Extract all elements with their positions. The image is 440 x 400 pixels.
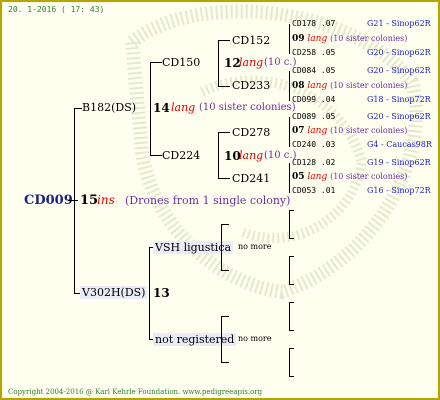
pedigree-frame: 20. 1-2016 ( 17: 43) CD009 15 ins (Drone… [0, 0, 440, 400]
leaf-id[interactable]: CD178 [292, 19, 316, 28]
cd152-label[interactable]: CD152 [232, 35, 270, 46]
empty-bracket [289, 330, 294, 331]
connector [218, 40, 219, 86]
v302-label[interactable]: V302H(DS) [80, 286, 148, 299]
connector [150, 62, 162, 63]
cd241-label[interactable]: CD241 [232, 173, 270, 184]
leaf-lang: lang [307, 34, 328, 44]
connector [74, 108, 82, 109]
leaf-gen: .01 [320, 186, 336, 195]
notreg-label[interactable]: not registered [153, 333, 237, 346]
leaf-gen: .05 [320, 48, 336, 57]
empty-bracket [289, 348, 290, 376]
leaf-lang: lang [307, 81, 328, 91]
leaf-gen: .07 [320, 19, 336, 28]
leaf-id[interactable]: CD084 [292, 66, 316, 75]
empty-bracket [289, 302, 294, 303]
leaf-num: 05 [292, 172, 305, 182]
empty-bracket [289, 256, 294, 257]
leaf-source: G20 - Sinop62R [367, 48, 431, 57]
leaf-source: G21 - Sinop62R [367, 19, 431, 28]
connector [289, 163, 290, 193]
connector [218, 178, 230, 179]
leaf-source: G20 - Sinop62R [367, 66, 431, 75]
leaf-gen: .05 [320, 112, 336, 121]
empty-bracket [289, 210, 294, 211]
leaf-desc: (10 sister colonies) [330, 172, 408, 181]
root-id[interactable]: CD009 [24, 194, 73, 207]
cd278-label[interactable]: CD278 [232, 127, 270, 138]
v302-num: 13 [153, 286, 170, 300]
empty-bracket [289, 348, 294, 349]
leaf-id[interactable]: CD258 [292, 48, 316, 57]
leaf-source: G20 - Sinop62R [367, 112, 431, 121]
empty-bracket [221, 316, 229, 317]
empty-bracket [221, 316, 222, 362]
leaf-id[interactable]: CD099 [292, 95, 316, 104]
b182-num: 14 [153, 101, 170, 115]
leaf-lang: lang [307, 172, 328, 182]
leaf-source: G18 - Sinop72R [367, 95, 431, 104]
b182-lang: lang [171, 101, 196, 114]
date-stamp: 20. 1-2016 ( 17: 43) [8, 5, 105, 14]
empty-bracket [289, 238, 294, 239]
empty-bracket [289, 210, 290, 238]
leaf-desc: (10 sister colonies) [330, 81, 408, 90]
empty-bracket [289, 284, 294, 285]
connector [149, 247, 150, 339]
leaf-id[interactable]: CD089 [292, 112, 316, 121]
empty-bracket [289, 302, 290, 330]
empty-bracket [221, 224, 229, 225]
connector [289, 24, 290, 54]
empty-bracket [221, 270, 229, 271]
connector [289, 71, 290, 101]
leaf-num: 08 [292, 81, 305, 91]
cd224-lang: lang [239, 149, 264, 162]
leaf-id[interactable]: CD053 [292, 186, 316, 195]
footer-copyright: Copyright 2004-2016 @ Karl Kehrle Founda… [8, 388, 263, 396]
leaf-gen: .03 [320, 140, 336, 149]
cd233-label[interactable]: CD233 [232, 80, 270, 91]
connector [218, 40, 230, 41]
root-num: 15 [80, 193, 99, 208]
b182-desc: (10 sister colonies) [199, 102, 296, 113]
b182-label[interactable]: B182(DS) [82, 102, 136, 113]
empty-bracket [221, 224, 222, 270]
empty-bracket [221, 362, 229, 363]
empty-bracket [289, 376, 294, 377]
leaf-gen: .04 [320, 95, 336, 104]
leaf-id[interactable]: CD240 [292, 140, 316, 149]
leaf-num: 09 [292, 34, 305, 44]
root-ins: ins [97, 193, 115, 207]
leaf-lang: lang [307, 126, 328, 136]
leaf-gen: .02 [320, 158, 336, 167]
leaf-source: G4 - Caucas98R [367, 140, 432, 149]
connector [289, 117, 290, 147]
connector [150, 155, 162, 156]
connector [218, 132, 230, 133]
connector [218, 86, 230, 87]
notreg-no-more: no more [238, 334, 272, 343]
cd150-lang: lang [239, 56, 264, 69]
leaf-source: G16 - Sinop72R [367, 186, 431, 195]
connector [68, 200, 78, 201]
cd224-label[interactable]: CD224 [162, 150, 200, 161]
leaf-id[interactable]: CD128 [292, 158, 316, 167]
leaf-num: 07 [292, 126, 305, 136]
leaf-gen: .05 [320, 66, 336, 75]
vsh-no-more: no more [238, 242, 272, 251]
cd150-label[interactable]: CD150 [162, 57, 200, 68]
leaf-desc: (10 sister colonies) [330, 126, 408, 135]
connector [218, 132, 219, 178]
connector [74, 108, 75, 294]
root-desc: (Drones from 1 single colony) [125, 194, 291, 207]
leaf-desc: (10 sister colonies) [330, 34, 408, 43]
connector [150, 62, 151, 155]
empty-bracket [289, 256, 290, 284]
leaf-source: G19 - Sinop62R [367, 158, 431, 167]
